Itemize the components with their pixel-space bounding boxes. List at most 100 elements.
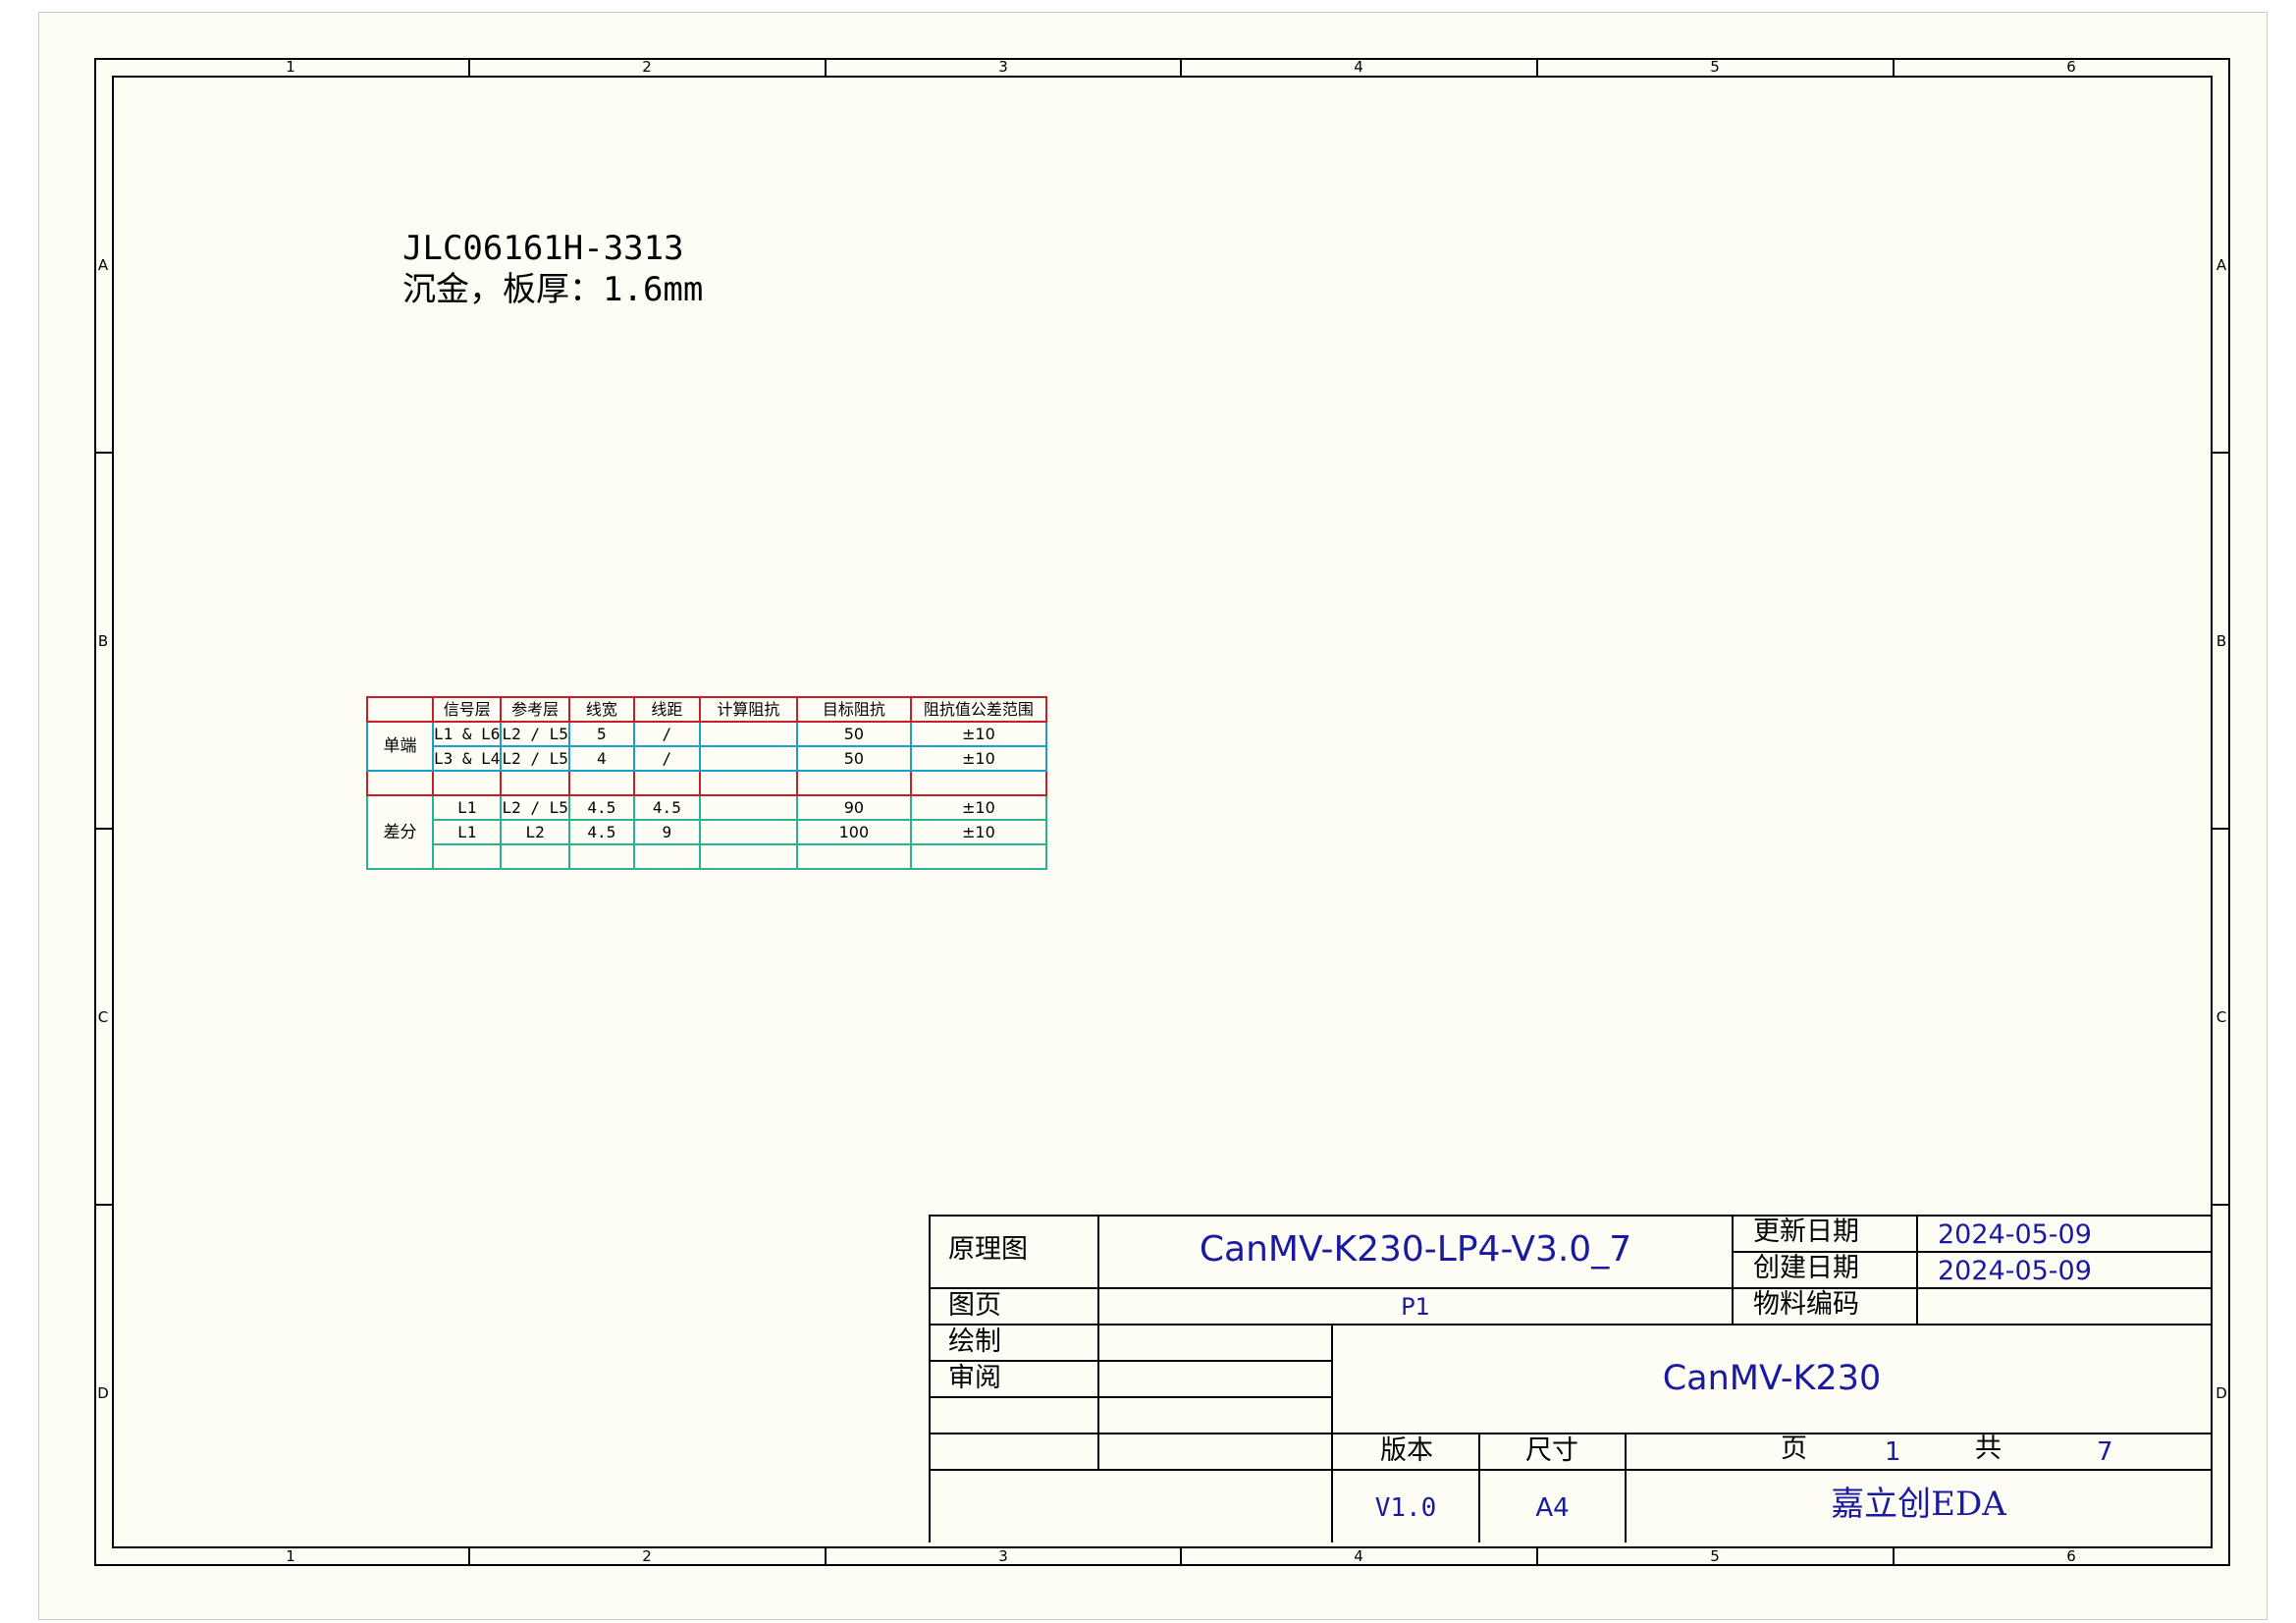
create-date-label: 创建日期	[1753, 1253, 1859, 1283]
tb-line	[1478, 1433, 1480, 1542]
table-cell	[909, 770, 1047, 796]
table-cell: 100	[795, 819, 912, 845]
tb-line	[929, 1215, 2211, 1217]
table-cell: L2	[500, 819, 570, 845]
zone-col-label-bottom: 1	[286, 1547, 295, 1565]
tb-line	[929, 1360, 1331, 1362]
zone-col-label-bottom: 2	[642, 1547, 652, 1565]
zone-col-label-top: 6	[2066, 58, 2076, 76]
table-cell	[366, 770, 434, 796]
zone-tick	[2213, 828, 2230, 830]
zone-col-label-top: 3	[998, 58, 1008, 76]
zone-tick	[825, 58, 827, 76]
table-cell	[632, 843, 701, 870]
table-cell: ±10	[909, 819, 1047, 845]
title-block: 原理图 CanMV-K230-LP4-V3.0_7 更新日期 2024-05-0…	[929, 1215, 2211, 1542]
size-value: A4	[1535, 1493, 1570, 1523]
project-name: CanMV-K230	[1662, 1359, 1882, 1398]
table-cell	[698, 721, 798, 747]
table-cell: L1	[431, 794, 503, 821]
table-cell: L1 & L6	[431, 721, 503, 747]
table-cell: 50	[795, 745, 912, 772]
table-cell: 50	[795, 721, 912, 747]
table-separator-row	[366, 770, 1047, 796]
zone-row-label-left: C	[97, 1008, 109, 1026]
zone-col-label-top: 4	[1354, 58, 1363, 76]
board-finish-thickness: 沉金，板厚：1.6mm	[402, 270, 704, 309]
schematic-label: 原理图	[948, 1234, 1028, 1265]
zone-tick	[1180, 58, 1182, 76]
table-cell: L1	[431, 819, 503, 845]
single-ended-label: 单端	[366, 721, 434, 772]
table-cell: ±10	[909, 721, 1047, 747]
table-cell	[698, 794, 798, 821]
tb-line	[1732, 1215, 1734, 1325]
table-row: 差分 L1 L2 / L5 4.5 4.5 90 ±10	[366, 794, 1047, 870]
table-cell	[567, 843, 635, 870]
header-cell: 目标阻抗	[795, 696, 912, 723]
table-cell	[698, 819, 798, 845]
table-cell	[500, 843, 570, 870]
tb-line	[929, 1215, 931, 1542]
header-cell: 信号层	[431, 696, 503, 723]
zone-col-label-bottom: 4	[1354, 1547, 1363, 1565]
zone-tick	[1536, 58, 1538, 76]
table-row: 单端 L1 & L6 L2 / L5 5 / 50 ±10	[366, 721, 1047, 772]
table-cell	[500, 770, 570, 796]
zone-tick	[94, 1204, 112, 1206]
size-label: 尺寸	[1525, 1435, 1578, 1466]
table-cell	[431, 843, 503, 870]
schematic-name: CanMV-K230-LP4-V3.0_7	[1199, 1229, 1632, 1270]
zone-tick	[825, 1548, 827, 1566]
table-cell: 4.5	[567, 819, 635, 845]
table-cell	[698, 843, 798, 870]
table-cell	[795, 843, 912, 870]
header-cell: 线距	[632, 696, 701, 723]
zone-col-label-bottom: 3	[998, 1547, 1008, 1565]
page-value: 1	[1885, 1437, 1901, 1467]
page-label: 页	[1781, 1434, 1807, 1464]
table-cell	[909, 843, 1047, 870]
zone-tick	[1536, 1548, 1538, 1566]
table-cell: L2 / L5	[500, 745, 570, 772]
table-cell: /	[632, 745, 701, 772]
table-cell: L2 / L5	[500, 794, 570, 821]
zone-col-label-top: 5	[1710, 58, 1720, 76]
header-cell	[366, 696, 434, 723]
table-cell: ±10	[909, 794, 1047, 821]
update-date-value: 2024-05-09	[1938, 1219, 2092, 1250]
zone-tick	[94, 452, 112, 454]
table-cell: 4	[567, 745, 635, 772]
zone-row-label-right: D	[2216, 1384, 2227, 1402]
zone-row-label-right: B	[2216, 632, 2227, 650]
table-cell: 90	[795, 794, 912, 821]
zone-row-label-right: A	[2216, 256, 2227, 274]
sheet-value: P1	[1401, 1293, 1430, 1321]
table-cell	[698, 770, 798, 796]
zone-col-label-top: 1	[286, 58, 295, 76]
table-cell: /	[632, 721, 701, 747]
tb-line	[929, 1396, 1331, 1398]
update-date-label: 更新日期	[1753, 1217, 1859, 1247]
zone-tick	[468, 58, 470, 76]
zone-tick	[1893, 58, 1895, 76]
table-cell	[567, 770, 635, 796]
zone-tick	[94, 828, 112, 830]
version-label: 版本	[1380, 1435, 1433, 1466]
zone-col-label-bottom: 6	[2066, 1547, 2076, 1565]
table-row	[367, 843, 1047, 870]
header-cell: 线宽	[567, 696, 635, 723]
tb-line	[1916, 1215, 1918, 1325]
table-cell: 4.5	[567, 794, 635, 821]
table-cell	[698, 745, 798, 772]
tb-line	[929, 1287, 2211, 1289]
tb-line	[929, 1324, 2211, 1325]
table-cell: 4.5	[632, 794, 701, 821]
table-cell: 9	[632, 819, 701, 845]
table-row: L3 & L4 L2 / L5 4 / 50 ±10	[367, 745, 1047, 772]
impedance-table: 信号层 参考层 线宽 线距 计算阻抗 目标阻抗 阻抗值公差范围 单端 L1 & …	[366, 696, 1047, 870]
sheet-label: 图页	[948, 1290, 1001, 1321]
header-cell: 阻抗值公差范围	[909, 696, 1047, 723]
total-label: 共	[1975, 1434, 2002, 1464]
table-cell	[632, 770, 701, 796]
